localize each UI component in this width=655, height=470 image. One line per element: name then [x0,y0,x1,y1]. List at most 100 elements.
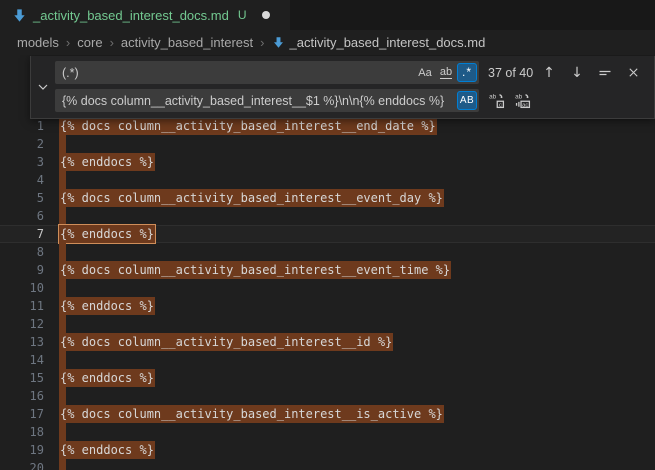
find-match-empty-line [59,315,66,333]
code-line[interactable]: 15 {% enddocs %} [0,369,655,387]
code-line[interactable]: 17{% docs column__activity_based_interes… [0,405,655,423]
line-number: 12 [0,315,44,333]
whole-word-icon: ab [440,67,452,79]
match-case-button[interactable]: Aa [415,63,435,82]
line-number: 6 [0,207,44,225]
line-number: 20 [0,459,44,470]
breadcrumb-item-models[interactable]: models [17,35,59,50]
line-content[interactable] [44,423,655,441]
line-content[interactable] [44,315,655,333]
line-content[interactable]: {% enddocs %} [44,225,655,243]
replace-actions: ab c ab ac [485,90,533,112]
code-line[interactable]: 19{% enddocs %} [0,441,655,459]
replace-icon: ab c [488,92,505,109]
breadcrumb-file-label: _activity_based_interest_docs.md [290,35,486,50]
line-number: 10 [0,279,44,297]
code-line[interactable]: 4 [0,171,655,189]
code-line[interactable]: 8 [0,243,655,261]
code-line[interactable]: 11{% enddocs %} [0,297,655,315]
code-line[interactable]: 13{% docs column__activity_based_interes… [0,333,655,351]
find-in-selection-button[interactable] [594,62,616,84]
line-number: 9 [0,261,44,279]
find-match-empty-line [59,207,66,225]
replace-button[interactable]: ab c [485,90,507,112]
line-content[interactable]: {% enddocs %} [44,153,655,171]
line-content[interactable] [44,279,655,297]
line-content[interactable] [44,207,655,225]
tab-active-file[interactable]: _activity_based_interest_docs.md U [0,0,290,30]
code-line[interactable]: 10 [0,279,655,297]
line-number: 19 [0,441,44,459]
line-content[interactable] [44,387,655,405]
find-match-empty-line [59,423,66,441]
line-content[interactable] [44,459,655,470]
line-content[interactable]: {% enddocs %} [44,369,655,387]
next-match-button[interactable]: ↓ [566,62,588,84]
line-number: 16 [0,387,44,405]
find-widget-rows: Aa ab .* 37 of 40 ↑ ↓ [55,61,648,112]
code-line[interactable]: 14 [0,351,655,369]
chevron-down-icon [36,80,50,94]
breadcrumb-item-core[interactable]: core [77,35,102,50]
editor[interactable]: Aa ab .* 37 of 40 ↑ ↓ [0,55,655,470]
line-number: 15 [0,369,44,387]
line-content[interactable]: {% enddocs %} [44,441,655,459]
breadcrumb-item-activity-based-interest[interactable]: activity_based_interest [121,35,253,50]
find-input[interactable] [62,66,414,80]
unsaved-changes-dot[interactable] [262,11,270,19]
line-content[interactable]: {% docs column__activity_based_interest_… [44,333,655,351]
find-match-empty-line [59,459,66,470]
line-content[interactable]: {% docs column__activity_based_interest_… [44,405,655,423]
line-number: 8 [0,243,44,261]
line-content[interactable]: {% docs column__activity_based_interest_… [44,117,655,135]
line-number: 14 [0,351,44,369]
find-match: {% enddocs %} [59,369,155,387]
markdown-file-icon [12,8,27,23]
code-line[interactable]: 5{% docs column__activity_based_interest… [0,189,655,207]
code-line[interactable]: 16 [0,387,655,405]
code-line[interactable]: 7{% enddocs %} [0,225,655,243]
code-line[interactable]: 20 [0,459,655,470]
line-content[interactable]: {% docs column__activity_based_interest_… [44,261,655,279]
code-line[interactable]: 6 [0,207,655,225]
find-match-empty-line [59,171,66,189]
current-find-match: {% enddocs %} [59,225,155,243]
find-match-empty-line [59,351,66,369]
match-count: 37 of 40 [488,66,533,80]
line-number: 18 [0,423,44,441]
line-content[interactable] [44,243,655,261]
arrow-up-icon: ↑ [543,65,555,81]
preserve-case-icon: AB [460,95,474,106]
find-match: {% docs column__activity_based_interest_… [59,189,444,207]
code-line[interactable]: 9{% docs column__activity_based_interest… [0,261,655,279]
line-content[interactable]: {% docs column__activity_based_interest_… [44,189,655,207]
replace-all-button[interactable]: ab ac [511,90,533,112]
replace-input[interactable] [62,94,456,108]
breadcrumb: models › core › activity_based_interest … [0,30,655,55]
tab-filename: _activity_based_interest_docs.md [33,8,229,23]
code-line[interactable]: 12 [0,315,655,333]
arrow-down-icon: ↓ [571,65,583,81]
find-match-empty-line [59,135,66,153]
regex-button[interactable]: .* [457,63,477,82]
code-line[interactable]: 3{% enddocs %} [0,153,655,171]
line-content[interactable] [44,135,655,153]
code-lines: 1{% docs column__activity_based_interest… [0,117,655,470]
preserve-case-button[interactable]: AB [457,91,477,110]
line-content[interactable] [44,171,655,189]
code-line[interactable]: 18 [0,423,655,441]
line-content[interactable]: {% enddocs %} [44,297,655,315]
line-content[interactable] [44,351,655,369]
previous-match-button[interactable]: ↑ [538,62,560,84]
markdown-file-icon [272,36,285,49]
find-replace-widget: Aa ab .* 37 of 40 ↑ ↓ [30,56,655,119]
breadcrumb-item-file[interactable]: _activity_based_interest_docs.md [272,35,486,50]
code-line[interactable]: 2 [0,135,655,153]
code-line[interactable]: 1{% docs column__activity_based_interest… [0,117,655,135]
find-nav-icons: ↑ ↓ [538,62,648,84]
close-find-button[interactable] [622,62,644,84]
find-match: {% docs column__activity_based_interest_… [59,405,444,423]
find-input-box: Aa ab .* [55,61,479,84]
toggle-replace-button[interactable] [31,61,55,112]
whole-word-button[interactable]: ab [436,63,456,82]
